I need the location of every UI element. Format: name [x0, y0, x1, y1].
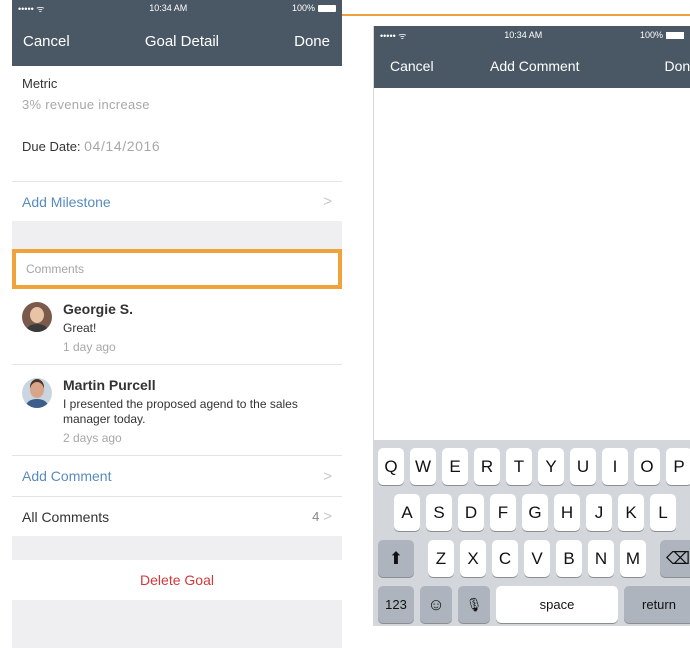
signal-indicator: ••••• ᯤ: [18, 3, 45, 14]
key-b[interactable]: B: [556, 540, 582, 577]
page-title: Goal Detail: [144, 32, 220, 50]
add-milestone-link[interactable]: Add Milestone: [22, 194, 111, 210]
comment-author: Martin Purcell: [63, 377, 156, 393]
done-button[interactable]: Done: [294, 33, 330, 50]
microphone-key[interactable]: 🎙: [458, 586, 490, 623]
key-u[interactable]: U: [570, 448, 596, 485]
comment-author: Georgie S.: [63, 301, 134, 317]
cancel-button[interactable]: Cancel: [23, 33, 70, 50]
space-key[interactable]: space: [496, 586, 618, 623]
chevron-right-icon: >: [323, 508, 332, 525]
battery-indicator: 100%: [292, 3, 336, 13]
key-p[interactable]: P: [666, 448, 690, 485]
comment-body: Martin Purcell I presented the proposed …: [63, 377, 303, 445]
battery-indicator: 100%: [640, 30, 684, 40]
key-t[interactable]: T: [506, 448, 532, 485]
keyboard-row-1: Q W E R T Y U I O P: [374, 448, 690, 485]
battery-label: 100%: [291, 3, 315, 13]
signal-indicator: ••••• ᯤ: [380, 30, 407, 41]
comment-text-area[interactable]: [374, 88, 690, 440]
add-comment-screen: ••••• ᯤ 10:34 AM 100% Cancel Add Comment…: [373, 26, 690, 626]
comment-body: Georgie S. Great! 1 day ago: [63, 301, 133, 354]
keyboard-row-2: A S D F G H J K L: [374, 494, 690, 531]
comment-item: Martin Purcell I presented the proposed …: [12, 365, 342, 456]
comment-count: 4: [312, 509, 320, 524]
status-time: 10:34 AM: [149, 3, 188, 13]
due-date-value: 04/14/2016: [84, 138, 161, 154]
add-milestone-row[interactable]: Add Milestone >: [12, 181, 342, 221]
chevron-right-icon: >: [323, 193, 332, 210]
chevron-right-icon: >: [323, 467, 332, 485]
all-comments-row[interactable]: All Comments 4 >: [12, 496, 342, 536]
comments-section-header: Comments: [12, 249, 342, 289]
page-title: Add Comment: [490, 58, 580, 74]
key-n[interactable]: N: [588, 540, 614, 577]
key-o[interactable]: O: [634, 448, 660, 485]
due-date-label: Due Date:: [22, 139, 81, 154]
shift-key[interactable]: ⬆: [378, 540, 414, 577]
goal-info: Metric 3% revenue increase Due Date: 04/…: [12, 66, 342, 181]
comment-text: I presented the proposed agend to the sa…: [63, 397, 298, 426]
key-y[interactable]: Y: [538, 448, 564, 485]
emoji-key[interactable]: ☺: [420, 586, 452, 623]
delete-goal-button[interactable]: Delete Goal: [12, 560, 342, 600]
comment-time: 1 day ago: [63, 340, 116, 354]
status-bar: ••••• ᯤ 10:34 AM 100%: [12, 0, 342, 16]
key-w[interactable]: W: [410, 448, 436, 485]
metric-value: 3% revenue increase: [22, 97, 150, 112]
comment-item: Georgie S. Great! 1 day ago: [12, 289, 342, 365]
numbers-key[interactable]: 123: [378, 586, 414, 623]
comment-text: Great!: [63, 321, 97, 335]
avatar: [22, 302, 52, 332]
section-gap: [12, 536, 342, 560]
key-f[interactable]: F: [490, 494, 516, 531]
key-d[interactable]: D: [458, 494, 484, 531]
section-gap: [12, 221, 342, 249]
key-v[interactable]: V: [524, 540, 550, 577]
status-bar: ••••• ᯤ 10:34 AM 100%: [374, 26, 690, 44]
battery-icon: [665, 32, 684, 40]
key-l[interactable]: L: [650, 494, 676, 531]
delete-goal-label: Delete Goal: [140, 572, 214, 588]
all-comments-label: All Comments: [22, 508, 110, 525]
cancel-button[interactable]: Cancel: [390, 58, 434, 74]
goal-detail-screen: ••••• ᯤ 10:34 AM 100% Cancel Goal Detail…: [12, 0, 342, 648]
due-date: Due Date: 04/14/2016: [22, 138, 332, 154]
battery-label: 100%: [639, 30, 663, 40]
key-c[interactable]: C: [492, 540, 518, 577]
comment-time: 2 days ago: [63, 431, 122, 445]
avatar: [22, 378, 52, 408]
orange-frame-line: [342, 14, 690, 16]
key-i[interactable]: I: [602, 448, 628, 485]
return-key[interactable]: return: [624, 586, 690, 623]
nav-bar: Cancel Add Comment Done: [374, 44, 690, 88]
key-s[interactable]: S: [426, 494, 452, 531]
metric-label: Metric: [22, 76, 58, 91]
key-a[interactable]: A: [394, 494, 420, 531]
key-r[interactable]: R: [474, 448, 500, 485]
key-j[interactable]: J: [586, 494, 612, 531]
comments-header-label: Comments: [26, 262, 85, 276]
battery-icon: [317, 5, 336, 13]
keyboard-row-4: 123 ☺ 🎙 space return: [374, 586, 690, 623]
key-m[interactable]: M: [620, 540, 646, 577]
keyboard-row-3: ⬆ Z X C V B N M ⌫: [374, 540, 690, 577]
key-e[interactable]: E: [442, 448, 468, 485]
keyboard: Q W E R T Y U I O P A S D F G H J K L ⬆ …: [374, 440, 690, 625]
key-x[interactable]: X: [460, 540, 486, 577]
key-k[interactable]: K: [618, 494, 644, 531]
backspace-key[interactable]: ⌫: [660, 540, 690, 577]
key-z[interactable]: Z: [428, 540, 454, 577]
key-q[interactable]: Q: [378, 448, 404, 485]
status-time: 10:34 AM: [504, 30, 543, 40]
done-button[interactable]: Done: [665, 58, 690, 74]
key-g[interactable]: G: [522, 494, 548, 531]
nav-bar: Cancel Goal Detail Done: [12, 16, 342, 66]
key-h[interactable]: H: [554, 494, 580, 531]
add-comment-link[interactable]: Add Comment: [22, 468, 111, 484]
add-comment-row[interactable]: Add Comment >: [12, 456, 342, 496]
